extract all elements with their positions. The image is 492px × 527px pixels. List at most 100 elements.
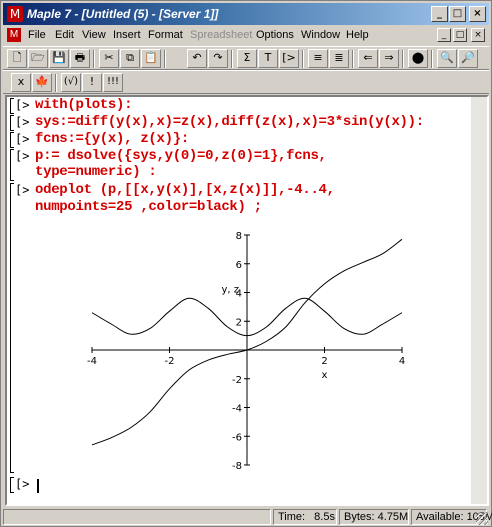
- time-value: 8.5s: [314, 511, 335, 523]
- bytes-label: Bytes:: [344, 511, 375, 523]
- x-tick-label: -4: [87, 356, 97, 367]
- maple-leaf-icon[interactable]: 🍁: [32, 73, 52, 92]
- group-bracket[interactable]: [10, 132, 14, 148]
- input-prompt: [>: [15, 149, 30, 163]
- status-bar: Time: 8.5s Bytes: 4.75M Available: 105M: [3, 508, 492, 526]
- menu-spreadsheet: Spreadsheet: [190, 29, 253, 41]
- y-axis-label: y, z: [221, 285, 239, 296]
- cut-icon[interactable]: ✂: [99, 49, 119, 68]
- input-line[interactable]: fcns:={y(x), z(x)}:: [35, 131, 189, 147]
- prompt-icon[interactable]: [>: [279, 49, 299, 68]
- group-bracket[interactable]: [10, 115, 14, 131]
- context-toolbar: x 🍁 (√) ! !!!: [3, 70, 489, 94]
- maple-window: M Maple 7 - [Untitled (5) - [Server 1]] …: [0, 0, 492, 527]
- toolbar-separator: [402, 50, 404, 68]
- toolbar-separator: [164, 50, 166, 68]
- group-bracket[interactable]: [10, 149, 14, 181]
- y-tick-label: -6: [232, 432, 242, 443]
- menu-edit[interactable]: Edit: [55, 29, 74, 41]
- zoom-in-icon[interactable]: 🔍: [437, 49, 457, 68]
- text-cursor: [37, 479, 39, 493]
- execute-icon[interactable]: (√): [61, 73, 81, 92]
- worksheet[interactable]: [> with(plots): [> sys:=diff(y(x),x)=z(x…: [5, 95, 489, 506]
- y-tick-label: -4: [232, 404, 242, 415]
- save-icon[interactable]: 💾: [49, 49, 69, 68]
- maple-input-icon[interactable]: x: [11, 73, 31, 92]
- zoom-out-icon[interactable]: 🔎: [458, 49, 478, 68]
- document-icon[interactable]: M: [7, 28, 21, 42]
- print-icon[interactable]: 🖶: [70, 49, 90, 68]
- toolbar-separator: [302, 50, 304, 68]
- available-label: Available:: [416, 511, 464, 523]
- collapse-icon[interactable]: ⇐: [358, 49, 378, 68]
- group-bracket[interactable]: [10, 98, 14, 114]
- maximize-button[interactable]: □: [449, 6, 466, 22]
- input-line[interactable]: numpoints=25 ,color=black) ;: [35, 199, 262, 215]
- status-time: Time: 8.5s: [273, 509, 337, 525]
- doc-restore-button[interactable]: □: [453, 28, 467, 42]
- exclaim-icon[interactable]: !: [82, 73, 102, 92]
- minimize-button[interactable]: _: [431, 6, 448, 22]
- y-tick-label: -2: [232, 375, 242, 386]
- x-tick-label: 4: [399, 356, 405, 367]
- bytes-value: 4.75M: [377, 511, 409, 523]
- toolbar-separator: [431, 50, 433, 68]
- menu-insert[interactable]: Insert: [113, 29, 141, 41]
- y-tick-label: -8: [232, 461, 242, 472]
- outdent-icon[interactable]: ≣: [329, 49, 349, 68]
- stop-icon[interactable]: ⬤: [408, 49, 428, 68]
- doc-close-button[interactable]: ×: [471, 28, 485, 42]
- input-line[interactable]: with(plots):: [35, 97, 133, 113]
- y-tick-label: 2: [236, 317, 242, 328]
- toolbar-separator: [55, 74, 57, 92]
- toolbar-separator: [93, 50, 95, 68]
- group-bracket[interactable]: [10, 477, 14, 493]
- main-toolbar: 🗋 🗁 💾 🖶 ✂ ⧉ 📋 ↶ ↷ Σ T [> ≡ ≣ ⇐ ⇒ ⬤ 🔍 🔎: [3, 46, 489, 70]
- odeplot-chart[interactable]: -4 -2 2 4-8-6-4-22468xy, z: [17, 227, 487, 472]
- menu-view[interactable]: View: [82, 29, 106, 41]
- input-line[interactable]: sys:=diff(y(x),x)=z(x),diff(z(x),x)=3*si…: [35, 114, 424, 130]
- resize-grip[interactable]: [476, 513, 488, 525]
- open-icon[interactable]: 🗁: [28, 49, 48, 68]
- maple-app-icon[interactable]: M: [7, 6, 23, 22]
- indent-icon[interactable]: ≡: [308, 49, 328, 68]
- toolbar-separator: [231, 50, 233, 68]
- group-bracket[interactable]: [10, 183, 14, 473]
- window-title: Maple 7 - [Untitled (5) - [Server 1]]: [27, 7, 219, 21]
- undo-icon[interactable]: ↶: [187, 49, 207, 68]
- paste-icon[interactable]: 📋: [141, 49, 161, 68]
- doc-minimize-button[interactable]: _: [437, 28, 451, 42]
- y-tick-label: 8: [236, 231, 242, 242]
- vertical-scrollbar[interactable]: [471, 97, 487, 504]
- time-label: Time:: [278, 511, 306, 523]
- execute-all-icon[interactable]: !!!: [103, 73, 123, 92]
- expand-icon[interactable]: ⇒: [379, 49, 399, 68]
- input-prompt: [>: [15, 115, 30, 129]
- x-tick-label: 2: [321, 356, 327, 367]
- status-message: [3, 509, 271, 525]
- y-tick-label: 6: [236, 260, 242, 271]
- toolbar-separator: [352, 50, 354, 68]
- input-prompt: [>: [15, 183, 30, 197]
- menu-help[interactable]: Help: [346, 29, 369, 41]
- x-tick-label: -2: [165, 356, 175, 367]
- sigma-icon[interactable]: Σ: [237, 49, 257, 68]
- status-bytes: Bytes: 4.75M: [339, 509, 409, 525]
- menu-file[interactable]: File: [28, 29, 46, 41]
- input-line[interactable]: type=numeric) :: [35, 164, 157, 180]
- menu-window[interactable]: Window: [301, 29, 340, 41]
- input-prompt: [>: [15, 477, 30, 491]
- input-line[interactable]: p:= dsolve({sys,y(0)=0,z(0)=1},fcns,: [35, 148, 327, 164]
- text-icon[interactable]: T: [258, 49, 278, 68]
- close-button[interactable]: ×: [469, 6, 486, 22]
- input-line[interactable]: odeplot (p,[[x,y(x)],[x,z(x)]],-4..4,: [35, 182, 335, 198]
- new-icon[interactable]: 🗋: [7, 49, 27, 68]
- menu-format[interactable]: Format: [148, 29, 183, 41]
- copy-icon[interactable]: ⧉: [120, 49, 140, 68]
- input-prompt: [>: [15, 98, 30, 112]
- x-axis-label: x: [322, 370, 328, 381]
- input-prompt: [>: [15, 132, 30, 146]
- redo-icon[interactable]: ↷: [208, 49, 228, 68]
- title-bar[interactable]: M Maple 7 - [Untitled (5) - [Server 1]] …: [3, 3, 489, 25]
- menu-options[interactable]: Options: [256, 29, 294, 41]
